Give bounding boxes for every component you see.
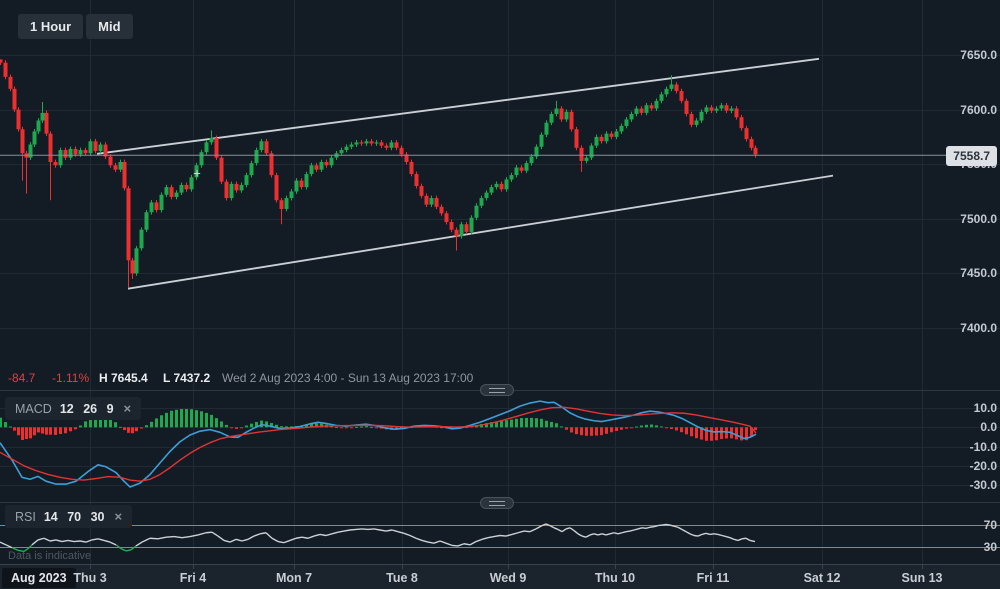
price-axis-tick: 7450.0 [960,266,997,280]
crosshair-marker: + [193,166,201,181]
period-low: L 7437.2 [163,371,210,385]
visible-date-range: Wed 2 Aug 2023 4:00 - Sun 13 Aug 2023 17… [222,371,473,385]
macd-axis-tick: -20.0 [970,459,997,473]
price-change: -84.7 [8,371,35,385]
macd-close-icon[interactable]: × [124,401,132,416]
trading-chart-app: 1 Hour Mid 7650.07600.07550.07500.07450.… [0,0,1000,589]
macd-axis-tick: -30.0 [970,478,997,492]
panel-resize-handle-macd[interactable] [480,384,514,396]
rsi-close-icon[interactable]: × [115,509,123,524]
panel-resize-handle-rsi[interactable] [480,497,514,509]
grip-icon [489,501,505,506]
price-change-percent: -1.11% [52,371,89,385]
current-price-badge: 7558.7 [946,146,997,166]
price-axis-tick: 7600.0 [960,103,997,117]
macd-label: MACD [15,402,52,416]
price-type-button[interactable]: Mid [86,14,132,39]
time-axis-tick [294,565,295,569]
chart-toolbar: 1 Hour Mid [18,14,133,39]
time-axis-tick [508,565,509,569]
rsi-label: RSI [15,510,36,524]
time-axis-tick [822,565,823,569]
rsi-axis-tick: 30 [984,540,997,554]
time-axis-tick [402,565,403,569]
period-label: Aug 2023 [2,568,76,588]
macd-params: 12 26 9 [60,402,114,416]
macd-axis-tick: 10.0 [974,401,997,415]
macd-indicator-badge[interactable]: MACD 12 26 9 × [5,397,141,420]
time-axis-tick [90,565,91,569]
time-axis-tick [713,565,714,569]
price-axis-tick: 7400.0 [960,321,997,335]
time-axis[interactable]: Aug 2023 Thu 3Fri 4Mon 7Tue 8Wed 9Thu 10… [0,564,1000,589]
data-indicative-note: Data is indicative [8,550,91,562]
timeframe-button[interactable]: 1 Hour [18,14,83,39]
macd-axis-tick: -10.0 [970,440,997,454]
macd-axis-tick: 0.0 [980,420,997,434]
rsi-axis-tick: 70 [984,518,997,532]
price-axis-tick: 7500.0 [960,212,997,226]
rsi-params: 14 70 30 [44,510,105,524]
price-axis-tick: 7650.0 [960,48,997,62]
period-high: H 7645.4 [99,371,148,385]
time-axis-tick [922,565,923,569]
grip-icon [489,388,505,393]
rsi-indicator-badge[interactable]: RSI 14 70 30 × [5,505,132,528]
time-axis-tick [615,565,616,569]
time-axis-tick [193,565,194,569]
